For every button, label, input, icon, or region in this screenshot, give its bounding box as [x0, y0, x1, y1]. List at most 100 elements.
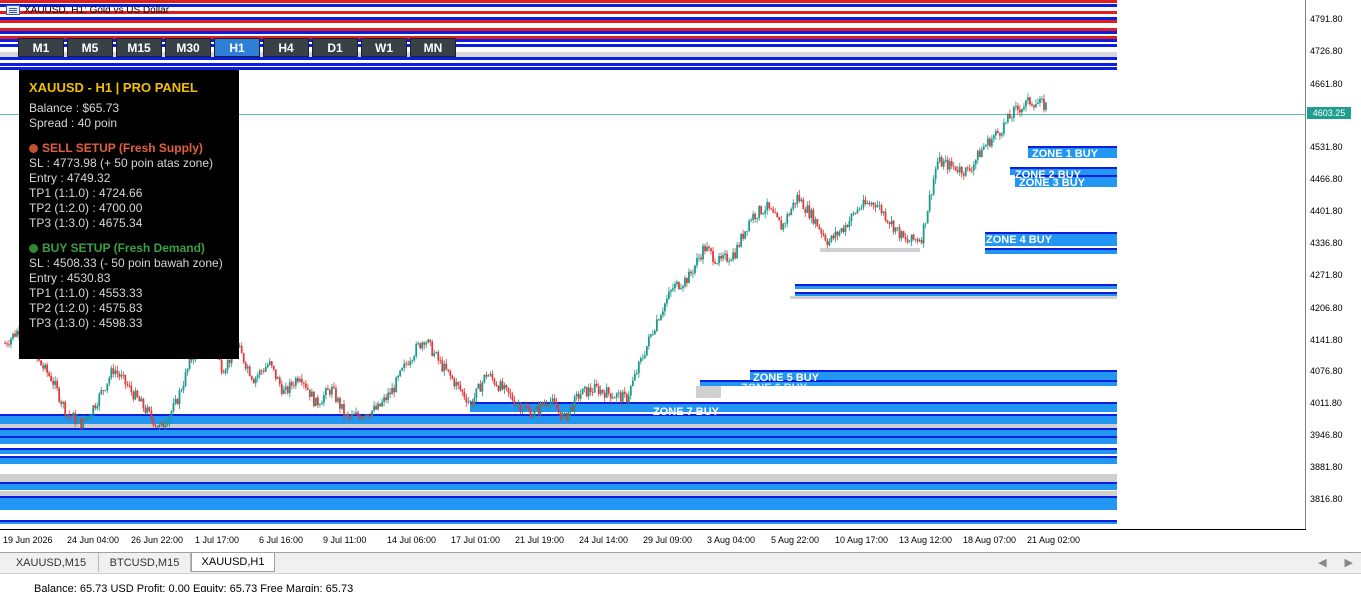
candle-body [413, 356, 416, 361]
candle-body [427, 339, 430, 343]
time-tick: 24 Jun 04:00 [67, 535, 120, 545]
candle-body [1041, 98, 1043, 100]
candle-body [475, 388, 478, 398]
candle-body [46, 364, 49, 373]
candle-body [944, 159, 947, 162]
price-tick: 4726.80 [1310, 46, 1343, 56]
chart-tab-xauusd-m15[interactable]: XAUUSD,M15 [4, 553, 99, 572]
candle-body [702, 245, 704, 260]
tab-scroll-arrows: ◀ ▶ [1318, 556, 1353, 569]
candle-body [738, 244, 741, 247]
time-tick: 17 Jul 01:00 [451, 535, 501, 545]
candle-body [992, 135, 995, 139]
candle-body [668, 291, 670, 299]
candle-body [724, 253, 726, 256]
candle-body [278, 377, 281, 385]
price-tick: 4531.80 [1310, 142, 1343, 152]
candle-body [176, 399, 179, 405]
candle-body [317, 397, 319, 406]
candle-body [958, 166, 961, 173]
chart-tab-btcusd-m15[interactable]: BTCUSD,M15 [99, 553, 191, 572]
candle-body [734, 252, 737, 259]
candle-body [355, 412, 357, 415]
supply-zone-band [0, 31, 1117, 34]
time-tick: 21 Jul 19:00 [515, 535, 565, 545]
candle-body [455, 382, 458, 387]
candle-body [296, 378, 299, 382]
timeframe-button-m5[interactable]: M5 [67, 38, 113, 57]
candle-body [66, 414, 69, 416]
chart-title: XAUUSD, H1: Gold vs US Dollar [24, 4, 170, 16]
demand-zone-border [0, 436, 1117, 438]
candle-body [323, 395, 325, 403]
scroll-left-icon[interactable]: ◀ [1318, 556, 1326, 569]
candle-body [335, 388, 337, 402]
candle-body [1019, 109, 1021, 113]
timeframe-button-w1[interactable]: W1 [361, 38, 407, 57]
candle-body [92, 405, 95, 415]
candle-body [613, 397, 616, 399]
candle-body [308, 389, 311, 397]
candle-body [184, 372, 187, 386]
candle-body [10, 338, 12, 345]
sell-entry: Entry : 4749.32 [29, 171, 111, 185]
time-tick: 3 Aug 04:00 [707, 535, 756, 545]
candle-body [497, 385, 500, 391]
candle-body [363, 417, 365, 418]
candle-body [266, 364, 269, 368]
candle-body [144, 408, 147, 413]
candle-body [842, 228, 845, 232]
candle-body [854, 213, 857, 214]
candle-body [962, 173, 965, 176]
price-tick: 4791.80 [1310, 14, 1343, 24]
time-tick: 10 Aug 17:00 [835, 535, 889, 545]
timeframe-button-h1[interactable]: H1 [214, 38, 260, 57]
candle-body [822, 233, 825, 235]
timeframe-button-d1[interactable]: D1 [312, 38, 358, 57]
timeframe-button-h4[interactable]: H4 [263, 38, 309, 57]
candle-body [1045, 102, 1047, 110]
candle-body [345, 414, 347, 416]
candle-body [589, 387, 592, 393]
candle-body [523, 406, 526, 410]
candle-body [730, 259, 732, 262]
timeframe-button-mn[interactable]: MN [410, 38, 456, 57]
candle-body [914, 239, 917, 241]
candle-body [533, 409, 536, 417]
candle-body [615, 393, 618, 398]
candle-body [824, 234, 827, 241]
candle-body [397, 376, 400, 378]
candle-body [110, 368, 113, 378]
candle-body [870, 202, 873, 205]
timeframe-button-m30[interactable]: M30 [165, 38, 211, 57]
candle-body [690, 271, 692, 274]
timeframe-button-m15[interactable]: M15 [116, 38, 162, 57]
timeframe-button-m1[interactable]: M1 [18, 38, 64, 57]
candle-body [571, 406, 574, 411]
candle-body [686, 278, 688, 284]
price-tick: 4141.80 [1310, 335, 1343, 345]
chart-tab-xauusd-h1[interactable]: XAUUSD,H1 [191, 553, 275, 572]
supply-zone-band [0, 28, 1117, 31]
candle-body [339, 398, 341, 409]
candle-body [138, 397, 141, 402]
candle-body [1023, 106, 1025, 110]
candle-body [96, 406, 99, 409]
candle-body [114, 370, 117, 374]
candle-body [567, 411, 570, 421]
candle-body [403, 363, 406, 369]
candle-body [371, 410, 373, 417]
candle-body [1006, 114, 1009, 122]
candle-body [812, 209, 815, 224]
candle-body [118, 373, 121, 377]
scroll-right-icon[interactable]: ▶ [1345, 556, 1353, 569]
candle-body [465, 397, 468, 403]
candle-body [134, 390, 137, 400]
demand-zone-fill [0, 496, 1117, 510]
candle-body [433, 353, 436, 356]
candle-body [858, 208, 861, 210]
candle-body [306, 387, 309, 390]
candle-body [706, 246, 708, 252]
buy-setup-title: BUY SETUP (Fresh Demand) [42, 241, 205, 255]
candle-body [395, 377, 398, 393]
